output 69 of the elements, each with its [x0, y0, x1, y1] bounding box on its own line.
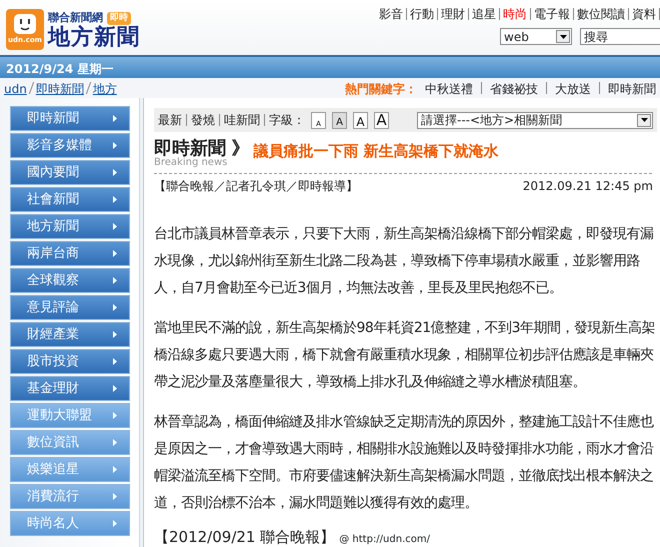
arrow-icon — [113, 439, 117, 446]
top-nav-link[interactable]: 數位閱讀 — [574, 8, 629, 20]
arrow-icon — [113, 520, 117, 527]
breadcrumb-link[interactable]: udn — [4, 80, 27, 96]
sidebar-menu-item[interactable]: 財經產業 — [10, 322, 130, 347]
sidebar-menu-item[interactable]: 社會新聞 — [10, 187, 130, 212]
timestamp: 2012.09.21 12:45 pm — [522, 178, 653, 195]
sidebar-menu-item[interactable]: 影音多媒體 — [10, 133, 130, 158]
top-nav-link[interactable]: 理財 — [438, 8, 469, 20]
sidebar-menu-item[interactable]: 地方新聞 — [10, 214, 130, 239]
arrow-icon — [113, 169, 117, 176]
hot-keyword-link[interactable]: 即時新聞 — [608, 80, 656, 96]
breadcrumb-link[interactable]: 即時新聞 — [36, 80, 84, 96]
site-name: 聯合新聞網 — [48, 10, 103, 24]
top-nav-link[interactable]: 電子報 — [531, 8, 574, 20]
sidebar-menu-item[interactable]: 股市投資 — [10, 349, 130, 374]
toolbar-link[interactable]: 哇新聞 — [224, 111, 260, 129]
arrow-icon — [113, 277, 117, 284]
article-paragraph: 台北市議員林晉章表示，只要下大雨，新生高架橋沿線橋下部分帽梁處，即發現有漏水現像，尤以錦州街至新生北路二段為甚，導致橋下停車場積水嚴重，並影響用路人，自7月會勘至今已近3個月，均無法改善，里長及里民抱怨不已。 — [154, 225, 654, 298]
hot-keyword-link[interactable]: 省錢祕技 — [490, 80, 538, 96]
sidebar-menu-item[interactable]: 基金理財 — [10, 376, 130, 401]
search-field[interactable]: 搜尋 — [580, 28, 660, 45]
source-link[interactable]: @ http://udn.com/ — [339, 532, 430, 547]
section-subtitle: Breaking news — [154, 158, 228, 168]
section-logo-title: 地方新聞 — [48, 26, 140, 49]
arrow-icon — [113, 331, 117, 338]
article-paragraph: 當地里民不滿的說，新生高架橋於98年耗資21億整建，不到3年期間，發現新生高架橋沿線多處只要遇大雨，橋下就會有嚴重積水現象，相關單位初步評估應該是車輛夾帶之泥沙量及落塵量很大，導致橋上排水孔及伸縮縫之導水槽淤積阻塞。 — [154, 319, 656, 392]
arrow-icon — [113, 466, 117, 473]
toolbar-link[interactable]: 發燒 — [191, 111, 215, 129]
source-line: 【2012/09/21 聯合晚報】 — [154, 527, 336, 547]
hot-keywords-label: 熱門關鍵字： — [345, 81, 417, 96]
font-size-button[interactable]: A — [332, 112, 347, 128]
arrow-icon — [113, 304, 117, 311]
top-nav-link[interactable]: 行動 — [407, 8, 438, 20]
top-nav-link[interactable]: 影音 — [376, 8, 407, 20]
arrow-icon — [113, 142, 117, 149]
sidebar-menu-item[interactable]: 即時新聞 — [10, 106, 130, 131]
hot-keyword-link[interactable]: 中秋送禮 — [425, 80, 473, 96]
arrow-icon — [113, 493, 117, 500]
breadcrumb-link[interactable]: 地方 — [92, 80, 117, 96]
sidebar-menu-item[interactable]: 兩岸台商 — [10, 241, 130, 266]
font-size-label: 字級： — [269, 112, 305, 129]
arrow-icon — [113, 412, 117, 419]
article-paragraph: 林晉章認為，橋面伸縮縫及排水管線缺乏定期清洗的原因外，整建施工設計不佳應也是原因之一，才會導致遇大雨時，相關排水設施難以及時發揮排水功能，雨水才會沿帽梁溢流至橋下空間。市府要儘速解決新生高架橋漏水問題，並徹底找出根本解決之道，否則治標不治本，漏水問題難以獲得有效的處理。 — [154, 413, 655, 513]
search-scope-select[interactable]: web — [500, 28, 572, 45]
top-nav-link[interactable]: 追星 — [469, 8, 500, 20]
top-nav-link[interactable]: 資料 — [629, 8, 660, 20]
heading-separator: 》 — [231, 140, 250, 158]
arrow-icon — [113, 385, 117, 392]
toolbar-link[interactable]: 最新 — [158, 111, 182, 129]
font-size-button[interactable]: A — [353, 112, 368, 128]
arrow-icon — [113, 358, 117, 365]
top-nav-link[interactable]: 時尚 — [500, 8, 531, 20]
arrow-icon — [113, 196, 117, 203]
byline: 【聯合晚報／記者孔令琪／即時報導】 — [154, 178, 358, 195]
sidebar-menu-item[interactable]: 全球觀察 — [10, 268, 130, 293]
sidebar-menu-item[interactable]: 國內要聞 — [10, 160, 130, 185]
live-badge: 即時 — [107, 12, 131, 26]
font-size-button[interactable]: A — [374, 112, 389, 128]
plug-face-icon — [13, 13, 37, 35]
sidebar-menu-item[interactable]: 意見評論 — [10, 295, 130, 320]
section-heading: 即時新聞 — [154, 140, 227, 158]
related-news-select[interactable]: 請選擇---<地方>相關新聞 — [417, 112, 653, 128]
arrow-icon — [113, 115, 117, 122]
arrow-icon — [113, 223, 117, 230]
arrow-icon — [113, 250, 117, 257]
article-title: 議員痛批一下雨 新生高架橋下就淹水 — [253, 141, 499, 162]
date-bar: 2012/9/24 星期一 — [0, 55, 660, 78]
hot-keyword-link[interactable]: 大放送 — [555, 80, 591, 96]
